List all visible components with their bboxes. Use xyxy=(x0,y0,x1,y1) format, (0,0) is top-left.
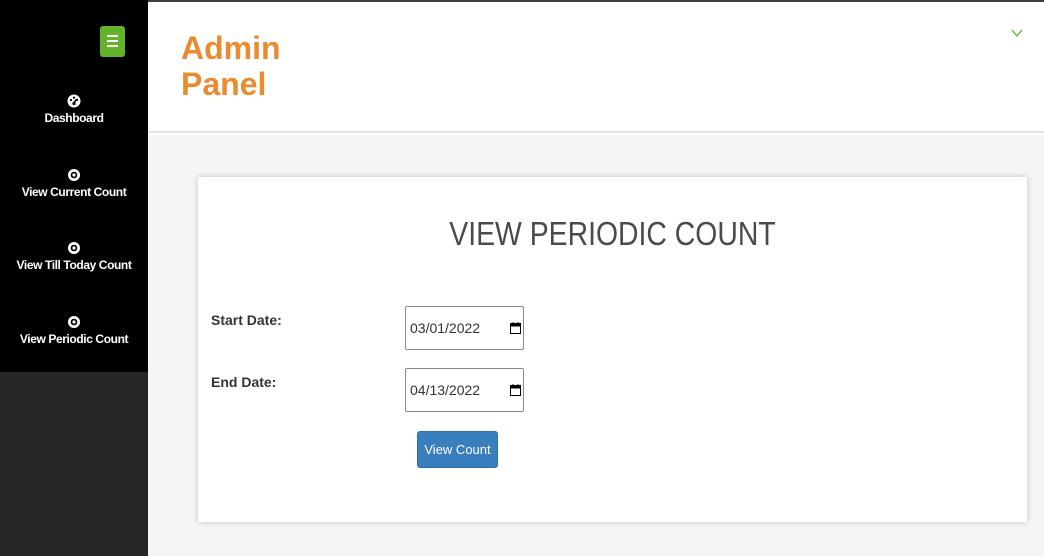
end-date-value: 04/13/2022 xyxy=(410,382,481,398)
eye-icon xyxy=(68,316,80,328)
sidebar-item-view-current-count[interactable]: View Current Count xyxy=(0,168,148,199)
eye-icon xyxy=(68,169,80,181)
page-title: VIEW PERIODIC COUNT xyxy=(449,215,776,252)
sidebar: Dashboard View Current Count View Till T… xyxy=(0,0,148,556)
menu-toggle-button[interactable] xyxy=(100,26,125,57)
end-date-input[interactable]: 04/13/2022 xyxy=(405,368,524,412)
brand-title: Admin Panel xyxy=(181,30,281,102)
calendar-icon[interactable] xyxy=(510,384,521,396)
sidebar-item-view-periodic-count[interactable]: View Periodic Count xyxy=(0,315,148,346)
start-date-input[interactable]: 03/01/2022 xyxy=(405,306,524,350)
sidebar-item-view-till-today-count[interactable]: View Till Today Count xyxy=(0,241,148,272)
sidebar-item-label: View Till Today Count xyxy=(16,258,132,272)
start-date-label: Start Date: xyxy=(211,312,282,328)
sidebar-nav: Dashboard View Current Count View Till T… xyxy=(0,0,148,372)
sidebar-item-label: View Periodic Count xyxy=(19,332,129,346)
top-header: Admin Panel xyxy=(148,2,1044,133)
sidebar-item-label: View Current Count xyxy=(21,185,127,199)
chevron-down-icon[interactable] xyxy=(1010,26,1024,40)
periodic-count-card: VIEW PERIODIC COUNT Start Date: 03/01/20… xyxy=(198,177,1027,522)
hamburger-icon xyxy=(107,35,118,37)
calendar-icon[interactable] xyxy=(510,322,521,334)
dashboard-icon xyxy=(67,94,81,108)
end-date-label: End Date: xyxy=(211,374,277,390)
eye-icon xyxy=(68,242,80,254)
sidebar-item-dashboard[interactable]: Dashboard xyxy=(0,94,148,125)
view-count-button[interactable]: View Count xyxy=(417,431,498,468)
sidebar-item-label: Dashboard xyxy=(44,111,104,125)
start-date-value: 03/01/2022 xyxy=(410,320,481,336)
